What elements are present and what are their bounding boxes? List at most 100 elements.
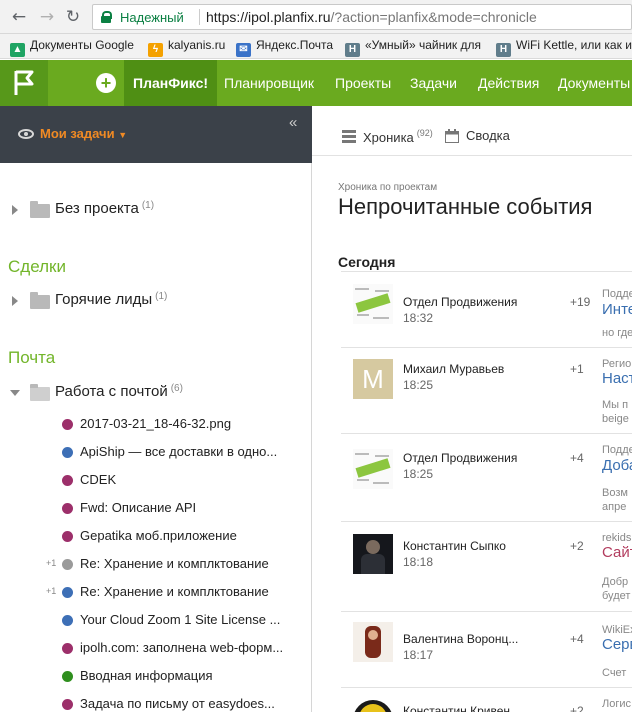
event-title[interactable]: Инте [602, 301, 632, 318]
seo-avatar [353, 449, 393, 489]
task-item[interactable]: +1 Re: Хранение и комплктование [0, 551, 312, 579]
tab-count: (92) [416, 128, 433, 138]
nav-actions[interactable]: Действия [469, 60, 548, 106]
event-row[interactable]: Константин Сыпко 18:18 +2 rekids Сайт До… [341, 521, 632, 611]
event-title[interactable]: Серв [602, 636, 632, 653]
folder-mail-work[interactable]: Работа с почтой (6) [0, 381, 312, 405]
expand-arrow-icon[interactable] [12, 205, 18, 215]
security-label: Надежный [120, 10, 184, 25]
photo-avatar [353, 534, 393, 574]
task-label: Gepatika моб.приложение [80, 528, 237, 543]
tab-chronicle[interactable]: Хроника (92) [363, 128, 433, 145]
google-drive-icon: ▲ [10, 43, 25, 57]
collapse-sidebar-icon[interactable]: « [289, 114, 297, 131]
bookmark-wifi-kettle[interactable]: H WiFi Kettle, или как и [496, 38, 632, 57]
status-dot-icon [62, 643, 73, 654]
event-count: +2 [570, 704, 584, 712]
task-item[interactable]: +1 Re: Хранение и комплктование [0, 579, 312, 607]
event-title[interactable]: Наст [602, 370, 632, 387]
event-title[interactable]: Доба [602, 457, 632, 474]
event-row[interactable]: Константин Кривен... +2 Логис [341, 687, 632, 712]
browser-toolbar: ← → ↻ Надежный https://ipol.planfix.ru/?… [0, 0, 632, 34]
page-title: Непрочитанные события [338, 194, 593, 219]
nav-planfix[interactable]: ПланФикс! [124, 60, 218, 106]
app-top-nav: + ПланФикс! Планировщик Проекты Задачи Д… [0, 60, 632, 106]
status-dot-icon [62, 531, 73, 542]
unread-count: +1 [46, 586, 57, 596]
task-label: 2017-03-21_18-46-32.png [80, 416, 232, 431]
event-time: 18:17 [403, 648, 434, 662]
task-item[interactable]: Задача по письму от easydoes... [0, 691, 312, 712]
tab-summary[interactable]: Сводка [466, 128, 510, 143]
event-text: но где [602, 327, 632, 339]
event-category: Логис [602, 698, 631, 710]
day-header: Сегодня [338, 254, 396, 270]
task-item[interactable]: Gepatika моб.приложение [0, 523, 312, 551]
nav-tasks[interactable]: Задачи [401, 60, 466, 106]
task-item[interactable]: ipolh.com: заполнена web-форм... [0, 635, 312, 663]
task-item[interactable]: Вводная информация [0, 663, 312, 691]
collapse-arrow-icon[interactable] [10, 390, 20, 396]
status-dot-icon [62, 475, 73, 486]
folder-hot-leads[interactable]: Горячие лиды (1) [0, 289, 312, 313]
task-label: Your Cloud Zoom 1 Site License ... [80, 612, 281, 627]
event-row[interactable]: M Михаил Муравьев 18:25 +1 Регио Наст Мы… [341, 347, 632, 433]
bookmark-label: WiFi Kettle, или как и [516, 38, 632, 52]
add-icon[interactable]: + [96, 73, 116, 93]
event-author: Отдел Продвижения [403, 451, 518, 465]
task-item[interactable]: Your Cloud Zoom 1 Site License ... [0, 607, 312, 635]
event-row[interactable]: Валентина Воронц... 18:17 +4 WikiEx Серв… [341, 611, 632, 687]
task-item[interactable]: ApiShip — все доставки в одно... [0, 439, 312, 467]
task-label: Задача по письму от easydoes... [80, 696, 275, 711]
back-arrow-icon[interactable]: ← [8, 6, 30, 28]
reload-icon[interactable]: ↻ [62, 6, 84, 28]
event-title[interactable]: Сайт [602, 544, 632, 561]
status-dot-icon [62, 559, 73, 570]
tab-label: Хроника [363, 130, 414, 145]
calendar-icon [445, 129, 459, 143]
folder-name: Без проекта [55, 200, 139, 217]
folder-name: Работа с почтой [55, 383, 168, 400]
breadcrumb[interactable]: Хроника по проектам [338, 182, 437, 193]
status-dot-icon [62, 615, 73, 626]
task-item[interactable]: 2017-03-21_18-46-32.png [0, 411, 312, 439]
event-row[interactable]: Отдел Продвижения 18:25 +4 Подде Доба Во… [341, 433, 632, 521]
nav-documents[interactable]: Документы [549, 60, 632, 106]
url-host: https://ipol.planfix.ru [206, 9, 331, 25]
event-text: будет [602, 590, 631, 602]
nav-planner[interactable]: Планировщик [215, 60, 323, 106]
address-separator [199, 9, 200, 25]
seo-avatar [353, 284, 393, 324]
url-path: /?action=planfix&mode=chronicle [330, 9, 537, 25]
event-row[interactable]: Отдел Продвижения 18:32 +19 Подде Инте н… [341, 271, 632, 347]
folder-no-project[interactable]: Без проекта (1) [0, 198, 312, 222]
url-text[interactable]: https://ipol.planfix.ru/?action=planfix&… [206, 9, 537, 25]
flag-icon [14, 70, 34, 95]
bookmark-yandex-mail[interactable]: ✉ Яндекс.Почта [236, 38, 333, 57]
bookmark-label: Документы Google [30, 38, 134, 52]
eye-icon [18, 129, 34, 139]
my-tasks-filter[interactable]: Мои задачи ▼ [40, 126, 127, 141]
event-category: Регио [602, 358, 632, 370]
event-category: rekids [602, 532, 632, 544]
event-category: WikiEx [602, 624, 632, 636]
task-item[interactable]: Fwd: Описание API [0, 495, 312, 523]
folder-label: Без проекта (1) [55, 200, 154, 217]
event-author: Константин Сыпко [403, 539, 506, 553]
avatar-body [361, 554, 385, 574]
event-text: Мы п [602, 399, 629, 411]
expand-arrow-icon[interactable] [12, 296, 18, 306]
event-author: Михаил Муравьев [403, 362, 505, 376]
chronicle-icon [342, 130, 356, 143]
event-count: +2 [570, 539, 584, 553]
planfix-logo[interactable] [0, 60, 48, 106]
task-label: Fwd: Описание API [80, 500, 197, 515]
bookmark-smart-kettle[interactable]: H «Умный» чайник для [345, 38, 481, 57]
forward-arrow-icon[interactable]: → [36, 6, 58, 28]
nav-projects[interactable]: Проекты [326, 60, 400, 106]
task-item[interactable]: CDEK [0, 467, 312, 495]
address-bar[interactable]: Надежный https://ipol.planfix.ru/?action… [92, 4, 632, 30]
bookmark-google-docs[interactable]: ▲ Документы Google [10, 38, 134, 57]
status-dot-icon [62, 699, 73, 710]
bookmark-kalyanis[interactable]: ϟ kalyanis.ru [148, 38, 225, 57]
